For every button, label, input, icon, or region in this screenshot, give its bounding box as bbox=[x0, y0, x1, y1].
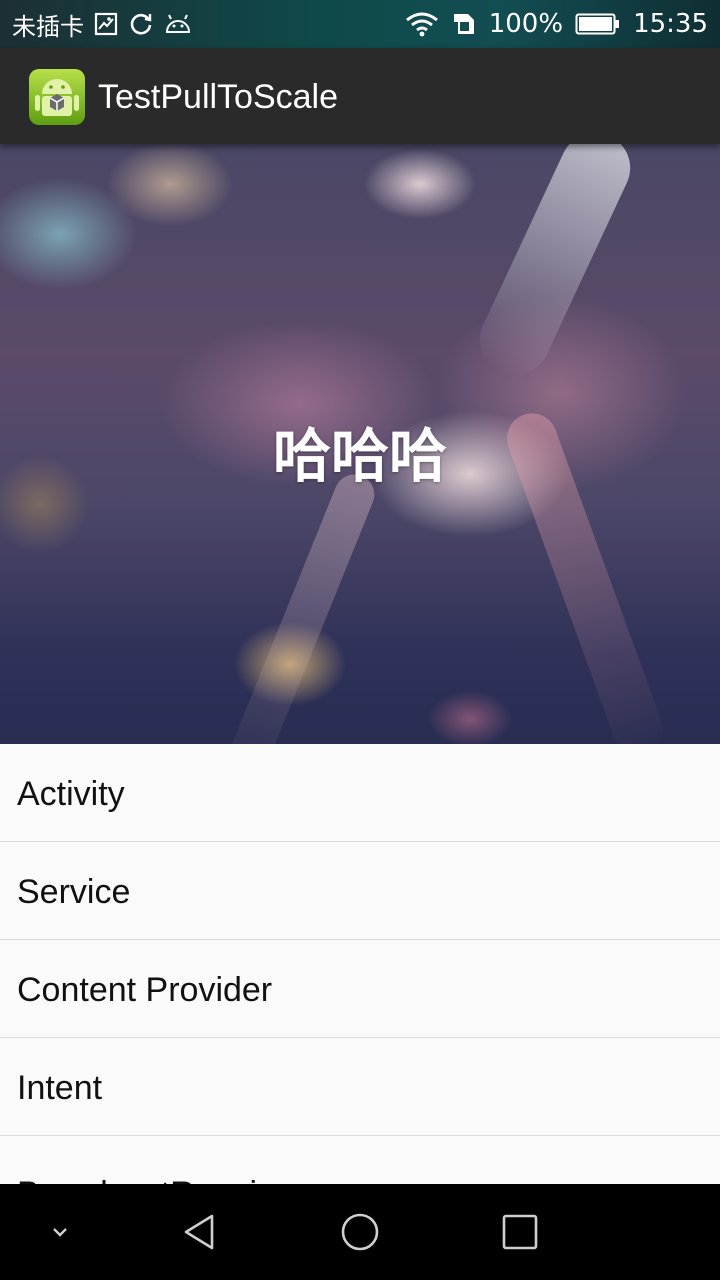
status-bar-left: 未插卡 bbox=[12, 0, 192, 48]
home-icon[interactable] bbox=[312, 1184, 408, 1280]
back-icon[interactable] bbox=[152, 1184, 248, 1280]
battery-icon bbox=[575, 12, 621, 36]
list-item-activity[interactable]: Activity bbox=[0, 744, 720, 842]
list-item-service[interactable]: Service bbox=[0, 842, 720, 940]
android-debug-icon bbox=[164, 13, 192, 35]
list-item-content-provider[interactable]: Content Provider bbox=[0, 940, 720, 1038]
carrier-text: 未插卡 bbox=[12, 12, 84, 41]
list-item-label: Content Provider bbox=[17, 971, 273, 1009]
list-item-label: Activity bbox=[17, 775, 125, 813]
list-item-label: Service bbox=[17, 873, 131, 911]
header-image: 哈哈哈 bbox=[0, 144, 720, 744]
status-bar-right: 100% 15:35 bbox=[405, 0, 708, 48]
item-list: Activity Service Content Provider Intent… bbox=[0, 744, 720, 1184]
list-item-intent[interactable]: Intent bbox=[0, 1038, 720, 1136]
header-title: 哈哈哈 bbox=[272, 422, 447, 490]
navigation-bar bbox=[0, 1184, 720, 1280]
android-app-icon[interactable] bbox=[28, 68, 86, 126]
wifi-icon bbox=[405, 11, 439, 37]
app-title: TestPullToScale bbox=[98, 78, 339, 116]
list-item-label: BroadcastReceiver bbox=[17, 1144, 304, 1184]
image-icon bbox=[94, 12, 118, 36]
sim-status-icon bbox=[451, 11, 477, 37]
clock: 15:35 bbox=[633, 9, 708, 39]
list-item-label: Intent bbox=[17, 1069, 103, 1107]
list-item-broadcast-receiver[interactable]: BroadcastReceiver bbox=[0, 1136, 720, 1184]
battery-percent: 100% bbox=[488, 9, 564, 39]
light-streak bbox=[468, 144, 642, 387]
action-bar: TestPullToScale bbox=[0, 48, 720, 144]
collapse-chevron-icon[interactable] bbox=[12, 1184, 108, 1280]
sync-icon bbox=[128, 11, 154, 37]
light-streak bbox=[219, 468, 381, 744]
recents-icon[interactable] bbox=[472, 1184, 568, 1280]
status-bar: 未插卡 100% 15:35 bbox=[0, 0, 720, 48]
